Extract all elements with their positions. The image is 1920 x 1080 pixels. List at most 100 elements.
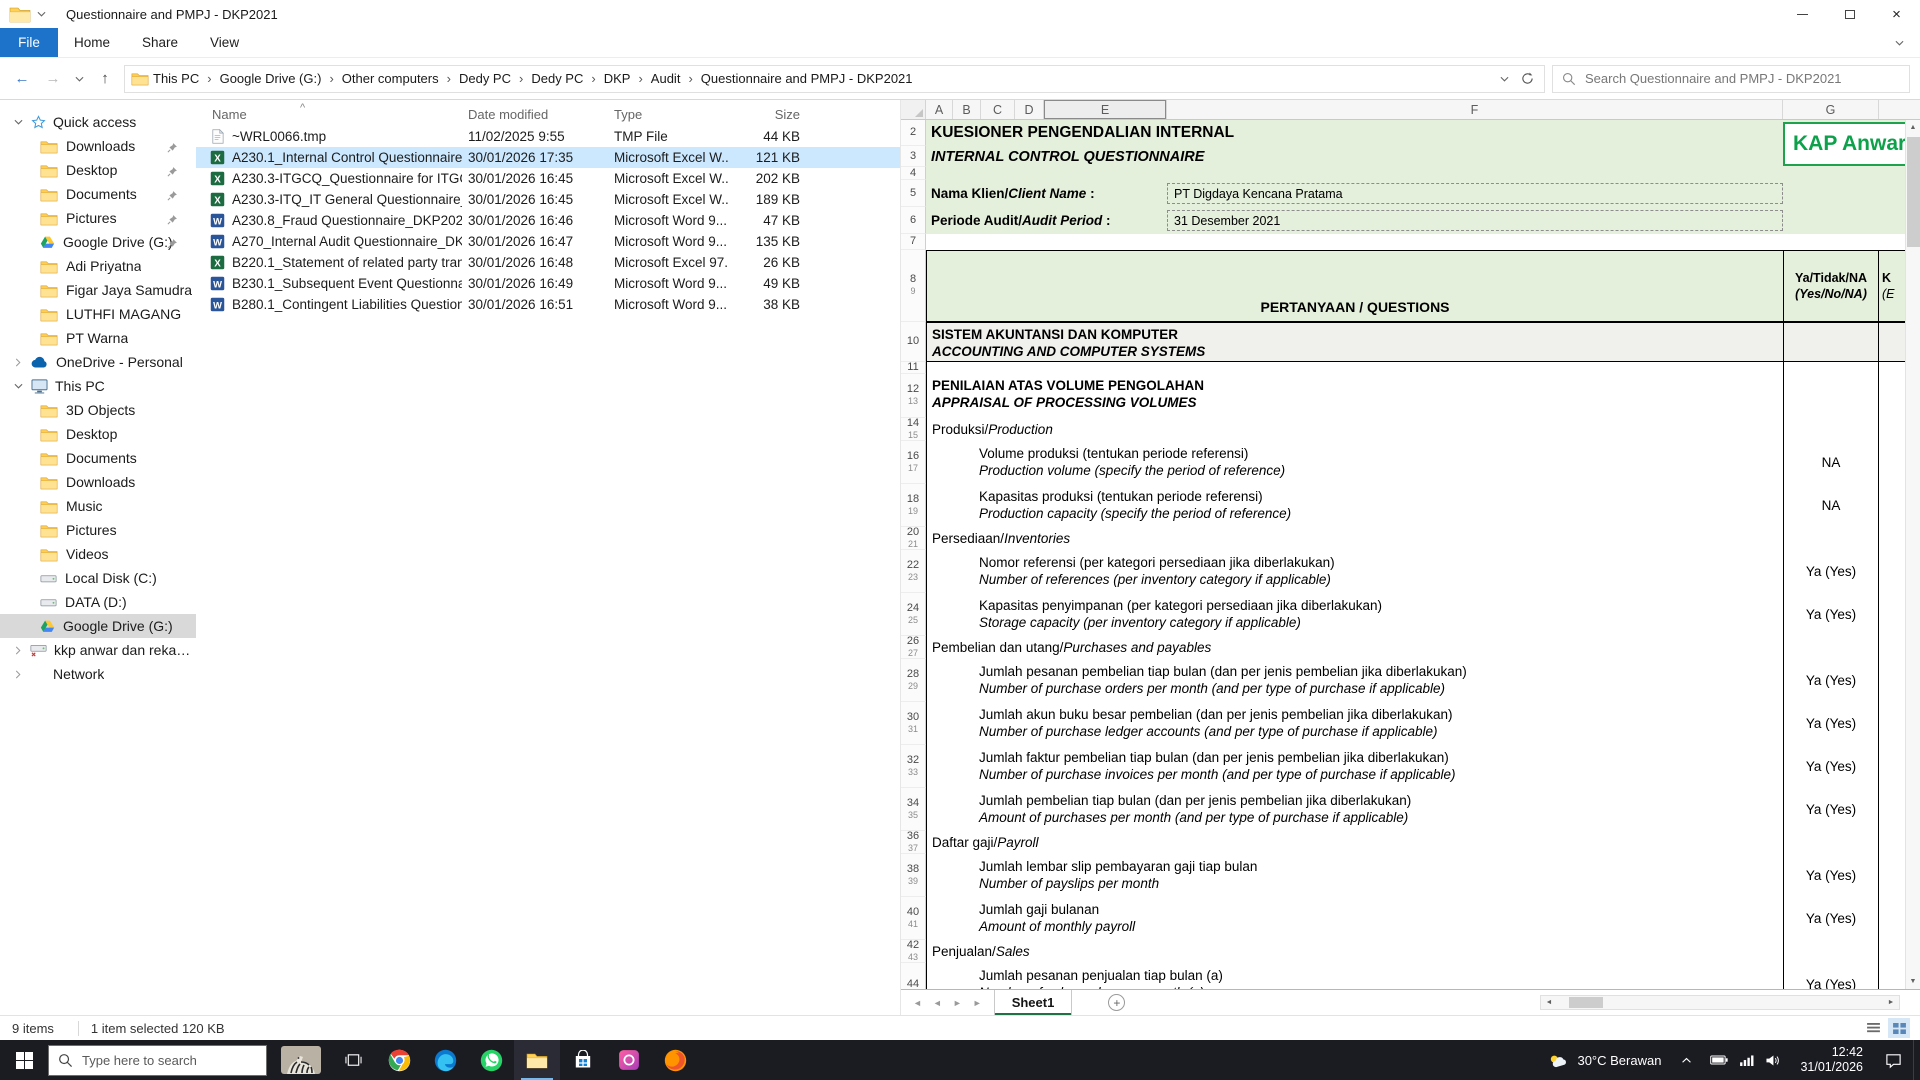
- column-header-C[interactable]: C: [981, 100, 1015, 119]
- row-header-32[interactable]: 3233: [901, 745, 926, 788]
- sidebar-item-pictures[interactable]: Pictures: [0, 206, 196, 230]
- taskbar-app-edge[interactable]: [422, 1040, 468, 1080]
- sidebar-item-figar-jaya-samudra[interactable]: Figar Jaya Samudra: [0, 278, 196, 302]
- column-header-type[interactable]: Type: [608, 107, 728, 122]
- hidden-icons-chevron-icon[interactable]: [1672, 1040, 1701, 1080]
- first-sheet-icon[interactable]: ◄: [913, 998, 922, 1008]
- row-header-26[interactable]: 2627: [901, 636, 926, 659]
- column-header-B[interactable]: B: [953, 100, 981, 119]
- select-all-corner[interactable]: [901, 100, 926, 119]
- row-header-10[interactable]: 10: [901, 322, 926, 362]
- sidebar-item-local-disk-c[interactable]: Local Disk (C:): [0, 566, 196, 590]
- row-header-5[interactable]: 5: [901, 180, 926, 207]
- row-header-18[interactable]: 1819: [901, 484, 926, 527]
- sidebar-item-google-drive-g[interactable]: Google Drive (G:): [0, 614, 196, 638]
- row-header-8[interactable]: 89: [901, 250, 926, 322]
- file-row-a230-3-itq-it-general-questionnaire-dk[interactable]: XA230.3-ITQ_IT General Questionnaire_DK.…: [196, 189, 900, 210]
- sidebar-item-downloads[interactable]: Downloads: [0, 470, 196, 494]
- clock[interactable]: 12:42 31/01/2026: [1789, 1045, 1874, 1075]
- address-field[interactable]: This PC›Google Drive (G:)›Other computer…: [124, 65, 1545, 93]
- file-row-a230-1-internal-control-questionnaire-d[interactable]: XA230.1_Internal Control Questionnaire_D…: [196, 147, 900, 168]
- preview-horizontal-scrollbar[interactable]: ◄ ►: [1540, 995, 1900, 1010]
- details-view-button[interactable]: [1862, 1018, 1884, 1038]
- show-desktop-button[interactable]: [1913, 1040, 1920, 1080]
- sidebar-item-pictures[interactable]: Pictures: [0, 518, 196, 542]
- sidebar-item-music[interactable]: Music: [0, 494, 196, 518]
- column-header-A[interactable]: A: [926, 100, 953, 119]
- taskbar-app-file-explorer[interactable]: [514, 1040, 560, 1080]
- chevron-down-icon[interactable]: [12, 119, 24, 125]
- row-header-14[interactable]: 1415: [901, 418, 926, 441]
- sidebar-item-this-pc[interactable]: This PC: [0, 374, 196, 398]
- row-header-38[interactable]: 3839: [901, 854, 926, 897]
- next-sheet-icon[interactable]: ►: [953, 998, 962, 1008]
- sidebar-item-data-d[interactable]: DATA (D:): [0, 590, 196, 614]
- sidebar-item-pt-warna[interactable]: PT Warna: [0, 326, 196, 350]
- close-button[interactable]: ×: [1873, 0, 1920, 28]
- row-header-11[interactable]: 11: [901, 362, 926, 374]
- breadcrumb-item-dedy-pc[interactable]: Dedy PC: [531, 71, 583, 86]
- sidebar-item-3d-objects[interactable]: 3D Objects: [0, 398, 196, 422]
- prev-sheet-icon[interactable]: ◄: [933, 998, 942, 1008]
- sidebar-item-quick-access[interactable]: Quick access: [0, 110, 196, 134]
- breadcrumb-item-google-drive-g[interactable]: Google Drive (G:): [220, 71, 322, 86]
- chevron-right-icon[interactable]: [12, 358, 24, 367]
- weather-widget[interactable]: 30°C Berawan: [1536, 1040, 1672, 1080]
- taskbar-search[interactable]: Type here to search: [48, 1045, 267, 1076]
- preview-vertical-scrollbar[interactable]: ▲ ▼: [1905, 120, 1920, 989]
- row-header-36[interactable]: 3637: [901, 831, 926, 854]
- maximize-button[interactable]: [1826, 0, 1873, 28]
- row-header-20[interactable]: 2021: [901, 527, 926, 550]
- menu-tab-home[interactable]: Home: [58, 28, 126, 57]
- file-row-a270-internal-audit-questionnaire-dkp2[interactable]: WA270_Internal Audit Questionnaire_DKP2.…: [196, 231, 900, 252]
- row-header-16[interactable]: 1617: [901, 441, 926, 484]
- last-sheet-icon[interactable]: ►: [973, 998, 982, 1008]
- up-button[interactable]: ↑: [93, 67, 117, 91]
- row-header-22[interactable]: 2223: [901, 550, 926, 593]
- taskbar-app-task-view[interactable]: [330, 1040, 376, 1080]
- breadcrumb-item-other-computers[interactable]: Other computers: [342, 71, 439, 86]
- sidebar-item-desktop[interactable]: Desktop: [0, 158, 196, 182]
- column-header-G[interactable]: G: [1783, 100, 1879, 119]
- scroll-up-icon[interactable]: ▲: [1906, 120, 1920, 135]
- file-row-a230-3-itgcq-questionnaire-for-itgc-dk[interactable]: XA230.3-ITGCQ_Questionnaire for ITGC_DK.…: [196, 168, 900, 189]
- column-header-size[interactable]: Size: [728, 107, 814, 122]
- start-button[interactable]: [0, 1040, 48, 1080]
- search-box[interactable]: Search Questionnaire and PMPJ - DKP2021: [1552, 65, 1910, 93]
- breadcrumb-item-dkp[interactable]: DKP: [604, 71, 631, 86]
- sidebar-item-videos[interactable]: Videos: [0, 542, 196, 566]
- row-header-44[interactable]: 44: [901, 963, 926, 989]
- column-header-name[interactable]: ^Name: [196, 107, 462, 122]
- breadcrumb-item-audit[interactable]: Audit: [651, 71, 681, 86]
- action-center-button[interactable]: [1874, 1040, 1913, 1080]
- sidebar-item-luthfi-magang[interactable]: LUTHFI MAGANG: [0, 302, 196, 326]
- column-header-E[interactable]: E: [1044, 100, 1167, 119]
- menu-tab-file[interactable]: File: [0, 28, 58, 57]
- chevron-down-icon[interactable]: [12, 383, 24, 389]
- vertical-scrollbar-thumb[interactable]: [1907, 137, 1920, 247]
- sidebar-item-downloads[interactable]: Downloads: [0, 134, 196, 158]
- scroll-right-icon[interactable]: ►: [1883, 999, 1899, 1006]
- sidebar-item-documents[interactable]: Documents: [0, 446, 196, 470]
- row-header-34[interactable]: 3435: [901, 788, 926, 831]
- taskbar-app-whatsapp[interactable]: [468, 1040, 514, 1080]
- row-header-4[interactable]: 4: [901, 167, 926, 180]
- file-row-b280-1-contingent-liabilities-questionn[interactable]: WB280.1_Contingent Liabilities Questionn…: [196, 294, 900, 315]
- forward-button[interactable]: →: [41, 67, 65, 91]
- row-header-6[interactable]: 6: [901, 207, 926, 234]
- row-header-28[interactable]: 2829: [901, 659, 926, 702]
- row-header-12[interactable]: 1213: [901, 374, 926, 418]
- sidebar-item-desktop[interactable]: Desktop: [0, 422, 196, 446]
- recent-locations-chevron-icon[interactable]: [72, 67, 86, 91]
- column-header-D[interactable]: D: [1015, 100, 1044, 119]
- taskbar-app-firefox[interactable]: [652, 1040, 698, 1080]
- sheet-tab-sheet1[interactable]: Sheet1: [994, 990, 1073, 1015]
- sidebar-item-onedrive-personal[interactable]: OneDrive - Personal: [0, 350, 196, 374]
- sidebar-item-network[interactable]: Network: [0, 662, 196, 686]
- row-header-2[interactable]: 2: [901, 120, 926, 146]
- row-header-30[interactable]: 3031: [901, 702, 926, 745]
- scroll-left-icon[interactable]: ◄: [1541, 999, 1557, 1006]
- qat-customize-chevron-icon[interactable]: [37, 11, 46, 17]
- add-sheet-button[interactable]: +: [1108, 994, 1125, 1011]
- breadcrumb-item-this-pc[interactable]: This PC: [153, 71, 199, 86]
